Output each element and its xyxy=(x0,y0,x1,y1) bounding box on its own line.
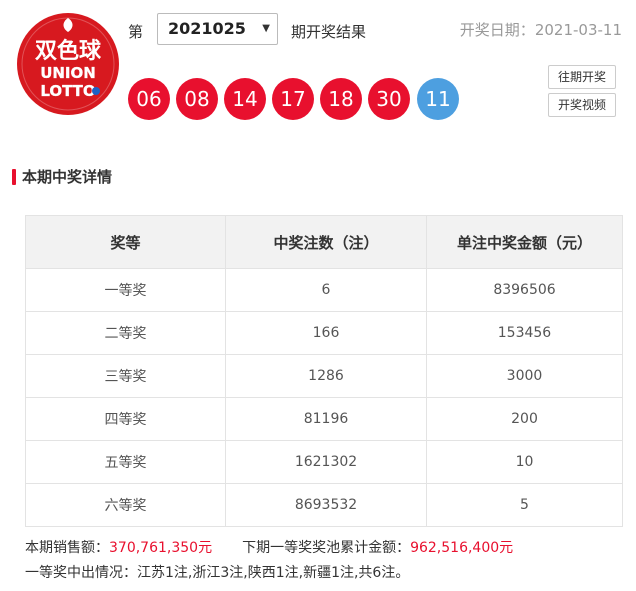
table-row: 三等奖 1286 3000 xyxy=(25,354,623,398)
red-ball: 08 xyxy=(176,78,218,120)
prize-level: 四等奖 xyxy=(25,397,226,441)
winner-count: 6 xyxy=(225,268,427,312)
sales-value: 370,761,350元 xyxy=(109,540,213,556)
section-marker xyxy=(12,169,16,185)
history-draws-button[interactable]: 往期开奖 xyxy=(548,65,616,89)
draw-date-value: 2021-03-11 xyxy=(534,21,622,39)
red-ball: 17 xyxy=(272,78,314,120)
union-lotto-logo: 双色球 UNION LOTTO xyxy=(16,12,120,116)
red-ball: 18 xyxy=(320,78,362,120)
pool-value: 962,516,400元 xyxy=(410,540,514,556)
red-ball: 06 xyxy=(128,78,170,120)
first-prize-distribution: 一等奖中出情况：江苏1注,浙江3注,陕西1注,新疆1注,共6注。 xyxy=(25,565,410,581)
prize-amount: 153456 xyxy=(426,311,623,355)
winner-count: 166 xyxy=(225,311,427,355)
winner-count: 81196 xyxy=(225,397,427,441)
prize-table-header: 奖等 中奖注数（注） 单注中奖金额（元） xyxy=(25,215,623,269)
prize-level: 五等奖 xyxy=(25,440,226,484)
red-ball: 30 xyxy=(368,78,410,120)
table-row: 五等奖 1621302 10 xyxy=(25,440,623,484)
winner-count: 1286 xyxy=(225,354,427,398)
prize-level: 六等奖 xyxy=(25,483,226,527)
prize-amount: 10 xyxy=(426,440,623,484)
prize-level: 二等奖 xyxy=(25,311,226,355)
union-lotto-logo-graphic: 双色球 UNION LOTTO xyxy=(17,13,119,115)
section-title-text: 本期中奖详情 xyxy=(22,168,113,186)
winner-count: 1621302 xyxy=(225,440,427,484)
table-row: 一等奖 6 8396506 xyxy=(25,268,623,312)
prize-level: 三等奖 xyxy=(25,354,226,398)
svg-text:LOTTO: LOTTO xyxy=(40,82,95,100)
column-header: 奖等 xyxy=(25,215,226,269)
prize-amount: 200 xyxy=(426,397,623,441)
chevron-down-icon: ▼ xyxy=(262,23,270,34)
issue-select-value: 2021025 xyxy=(168,19,246,38)
prize-table: 奖等 中奖注数（注） 单注中奖金额（元） 一等奖 6 8396506 二等奖 1… xyxy=(25,215,623,527)
issue-prefix-label: 第 xyxy=(128,23,144,41)
sales-summary: 本期销售额：370,761,350元 下期一等奖奖池累计金额：962,516,40… xyxy=(25,537,513,557)
prize-amount: 5 xyxy=(426,483,623,527)
prize-amount: 8396506 xyxy=(426,268,623,312)
issue-suffix-label: 期开奖结果 xyxy=(291,23,367,41)
prize-level: 一等奖 xyxy=(25,268,226,312)
issue-select[interactable]: 2021025 ▼ xyxy=(157,13,278,45)
draw-video-button[interactable]: 开奖视频 xyxy=(548,93,616,117)
column-header: 单注中奖金额（元） xyxy=(426,215,623,269)
table-row: 四等奖 81196 200 xyxy=(25,397,623,441)
sales-label: 本期销售额： xyxy=(25,540,109,556)
pool-label: 下期一等奖奖池累计金额： xyxy=(242,540,411,556)
draw-date: 开奖日期：2021-03-11 xyxy=(460,19,622,40)
svg-text:UNION: UNION xyxy=(40,64,96,82)
winner-count: 8693532 xyxy=(225,483,427,527)
svg-text:双色球: 双色球 xyxy=(35,38,102,64)
table-row: 二等奖 166 153456 xyxy=(25,311,623,355)
draw-date-label: 开奖日期： xyxy=(459,21,535,39)
blue-ball: 11 xyxy=(417,78,459,120)
column-header: 中奖注数（注） xyxy=(225,215,427,269)
prize-amount: 3000 xyxy=(426,354,623,398)
table-row: 六等奖 8693532 5 xyxy=(25,483,623,527)
red-ball: 14 xyxy=(224,78,266,120)
